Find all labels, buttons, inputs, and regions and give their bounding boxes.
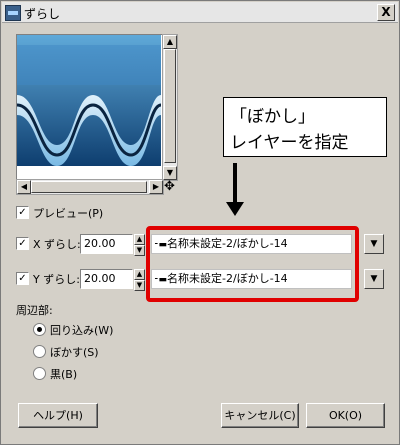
edge-wrap-label: 回り込み(W) xyxy=(50,324,114,337)
y-shift-checkbox[interactable]: ✓ xyxy=(16,272,29,285)
preview-image xyxy=(17,35,161,166)
title-bar[interactable]: ずらし X xyxy=(2,2,398,23)
callout-line-2: レイヤーを指定 xyxy=(230,133,349,153)
scroll-up-icon[interactable]: ▲ xyxy=(163,35,177,49)
y-shift-dropdown-icon[interactable]: ▼ xyxy=(364,269,384,289)
x-shift-label: X ずらし: xyxy=(33,238,81,251)
close-button[interactable]: X xyxy=(377,4,395,21)
callout-line-1: 「ぼかし」 xyxy=(230,107,315,127)
preview-label: プレビュー(P) xyxy=(33,207,104,220)
x-shift-dropdown-icon[interactable]: ▼ xyxy=(364,234,384,254)
x-shift-checkbox[interactable]: ✓ xyxy=(16,237,29,250)
annotation-arrow xyxy=(233,163,237,205)
scroll-left-icon[interactable]: ◀ xyxy=(17,180,31,194)
spin-up-icon[interactable]: ▲ xyxy=(134,234,145,245)
annotation-arrowhead xyxy=(226,202,244,216)
edge-wrap-radio[interactable] xyxy=(33,323,46,336)
highlight-box xyxy=(146,226,359,302)
edge-smear-radio[interactable] xyxy=(33,345,46,358)
spin-down-icon[interactable]: ▼ xyxy=(134,245,145,256)
spin-down-icon[interactable]: ▼ xyxy=(134,280,145,291)
annotation-callout: 「ぼかし」 レイヤーを指定 xyxy=(223,97,387,157)
y-shift-spinner[interactable]: ▲ ▼ xyxy=(134,269,145,291)
window-title: ずらし xyxy=(24,7,61,21)
cancel-button[interactable]: キャンセル(C) xyxy=(221,403,299,428)
app-icon xyxy=(5,5,21,21)
help-button[interactable]: ヘルプ(H) xyxy=(18,403,98,428)
move-cross-icon[interactable]: ✥ xyxy=(164,180,175,193)
edge-heading: 周辺部: xyxy=(16,304,53,317)
vertical-scroll-thumb[interactable] xyxy=(164,49,176,163)
scroll-down-icon[interactable]: ▼ xyxy=(163,166,177,180)
preview-horizontal-scrollbar[interactable]: ◀ ▶ xyxy=(16,179,164,195)
preview-area xyxy=(16,34,164,183)
spin-up-icon[interactable]: ▲ xyxy=(134,269,145,280)
scroll-right-icon[interactable]: ▶ xyxy=(149,180,163,194)
x-shift-spinner[interactable]: ▲ ▼ xyxy=(134,234,145,256)
preview-vertical-scrollbar[interactable]: ▲ ▼ xyxy=(162,34,178,181)
edge-black-label: 黒(B) xyxy=(50,368,78,381)
edge-smear-label: ぼかす(S) xyxy=(50,346,99,359)
x-shift-amount-input[interactable]: 20.00 xyxy=(80,234,133,254)
ok-button[interactable]: OK(O) xyxy=(306,403,385,428)
preview-checkbox[interactable]: ✓ xyxy=(16,206,29,219)
horizontal-scroll-thumb[interactable] xyxy=(31,181,147,193)
edge-black-radio[interactable] xyxy=(33,367,46,380)
y-shift-amount-input[interactable]: 20.00 xyxy=(80,269,133,289)
y-shift-label: Y ずらし: xyxy=(33,273,80,286)
